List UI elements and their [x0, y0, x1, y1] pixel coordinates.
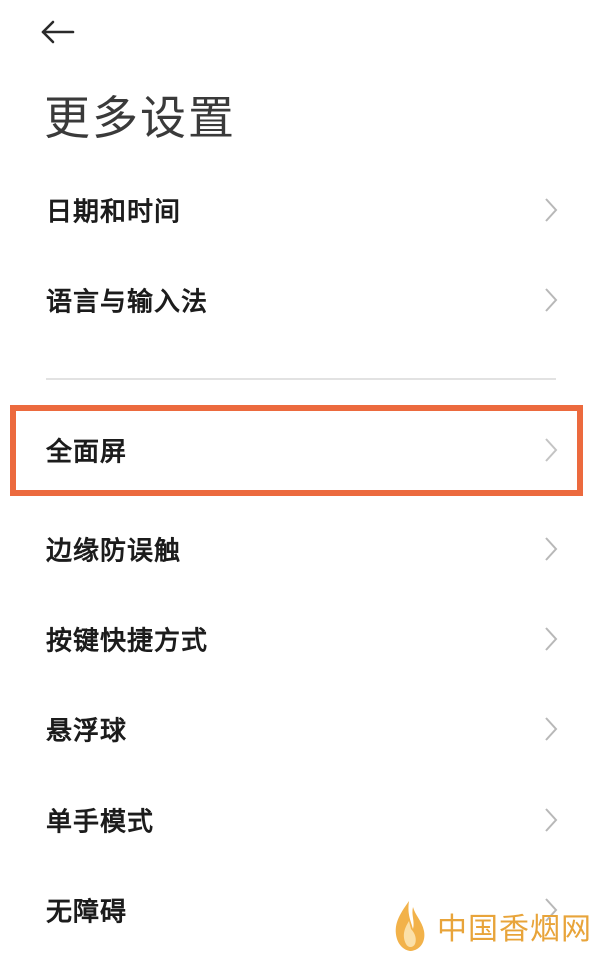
arrow-left-icon	[41, 20, 75, 44]
chevron-right-icon	[545, 198, 558, 222]
settings-item-label: 单手模式	[46, 807, 155, 838]
watermark: 中国香烟网	[389, 897, 592, 955]
chevron-right-icon	[545, 717, 558, 741]
section-divider	[46, 378, 556, 380]
settings-item-label: 边缘防误触	[46, 536, 182, 567]
settings-item-floating-ball[interactable]: 悬浮球	[0, 689, 600, 769]
settings-item-language-input[interactable]: 语言与输入法	[0, 260, 600, 340]
chevron-right-icon	[545, 288, 558, 312]
settings-item-label: 日期和时间	[46, 197, 182, 228]
settings-item-label: 无障碍	[46, 897, 128, 928]
chevron-right-icon	[545, 438, 558, 462]
chevron-right-icon	[545, 627, 558, 651]
settings-item-edge-protection[interactable]: 边缘防误触	[0, 509, 600, 589]
more-settings-screen: 更多设置 日期和时间 语言与输入法 全面屏 边缘防误触 按键快捷方式 悬浮球 单…	[0, 0, 600, 961]
watermark-text: 中国香烟网	[437, 912, 592, 947]
settings-item-label: 语言与输入法	[46, 287, 209, 318]
chevron-right-icon	[545, 537, 558, 561]
page-title: 更多设置	[44, 91, 236, 145]
chevron-right-icon	[545, 808, 558, 832]
settings-item-label: 按键快捷方式	[46, 626, 209, 657]
settings-item-label: 全面屏	[46, 437, 128, 468]
settings-item-fullscreen[interactable]: 全面屏	[0, 410, 600, 490]
back-button[interactable]	[40, 12, 88, 52]
settings-item-date-time[interactable]: 日期和时间	[0, 170, 600, 250]
settings-item-one-handed-mode[interactable]: 单手模式	[0, 780, 600, 860]
flame-logo-icon	[395, 901, 425, 951]
settings-item-label: 悬浮球	[46, 716, 128, 747]
settings-item-button-shortcuts[interactable]: 按键快捷方式	[0, 599, 600, 679]
